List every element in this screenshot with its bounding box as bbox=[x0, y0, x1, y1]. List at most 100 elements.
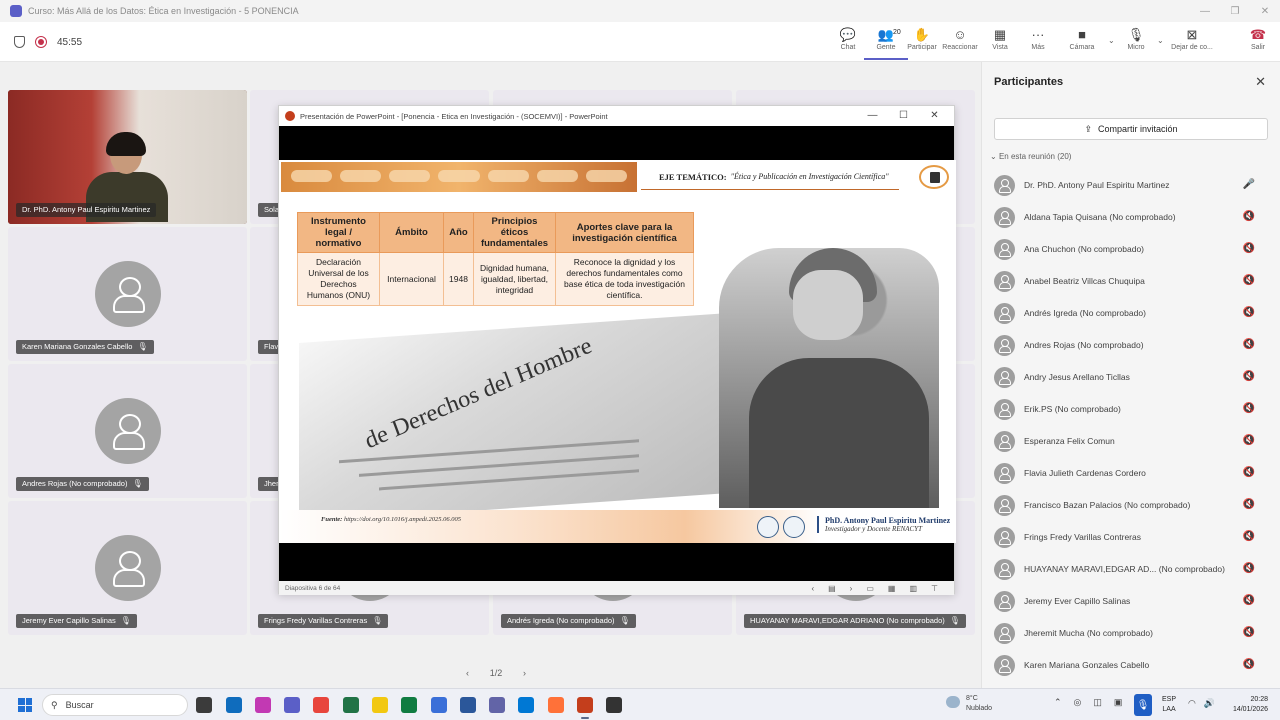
network-volume[interactable]: ◠ 🔊 bbox=[1188, 698, 1215, 709]
chevron-up-icon[interactable]: ⌃ bbox=[1054, 697, 1062, 708]
windows-start-icon[interactable] bbox=[18, 698, 32, 712]
participant-list-item[interactable]: Andrés Igreda (No comprobado) 🔇 bbox=[982, 297, 1280, 329]
mic-off-icon[interactable]: 🔇 bbox=[1243, 627, 1255, 638]
participant-list-item[interactable]: Andres Rojas (No comprobado) 🔇 bbox=[982, 329, 1280, 361]
taskbar-app-icon[interactable] bbox=[606, 697, 622, 713]
mic-off-icon[interactable]: 🔇 bbox=[1243, 563, 1255, 574]
taskbar-app-icon[interactable] bbox=[284, 697, 300, 713]
taskbar-app-icon[interactable] bbox=[313, 697, 329, 713]
mic-off-icon[interactable]: 🔇 bbox=[1243, 339, 1255, 350]
share-invite-button[interactable]: ⇪ Compartir invitación bbox=[994, 118, 1268, 140]
camera-options-chevron-icon[interactable]: ⌄ bbox=[1108, 36, 1115, 45]
slideshow-view-icon[interactable]: ⊤ bbox=[931, 584, 938, 593]
taskbar-app-icon[interactable] bbox=[460, 697, 476, 713]
taskbar-app-icon[interactable] bbox=[343, 697, 359, 713]
slide-counter: Diapositiva 6 de 64 bbox=[285, 584, 341, 592]
next-page-icon[interactable]: › bbox=[523, 668, 526, 678]
participant-list: Dr. PhD. Antony Paul Espiritu Martinez 🎤 A… bbox=[982, 169, 1280, 681]
participant-list-item[interactable]: HUAYANAY MARAVI,EDGAR AD... (No comproba… bbox=[982, 553, 1280, 585]
video-tile[interactable]: Andres Rojas (No comprobado) 🎙 bbox=[8, 364, 247, 498]
participant-name: Dr. PhD. Antony Paul Espiritu Martinez bbox=[22, 205, 151, 214]
participant-list-item[interactable]: Anabel Beatriz Villcas Chuquipa 🔇 bbox=[982, 265, 1280, 297]
participant-list-item[interactable]: Esperanza Felix Comun 🔇 bbox=[982, 425, 1280, 457]
mic-off-icon[interactable]: 🔇 bbox=[1243, 275, 1255, 286]
taskbar-clock[interactable]: 20:28 14/01/2026 bbox=[1222, 695, 1268, 715]
participant-list-item[interactable]: Jheremit Mucha (No comprobado) 🔇 bbox=[982, 617, 1280, 649]
mic-off-icon[interactable]: 🔇 bbox=[1243, 659, 1255, 670]
video-tile[interactable]: Jeremy Ever Capillo Salinas 🎙 bbox=[8, 501, 247, 635]
language-indicator[interactable]: ESP LAA bbox=[1162, 695, 1176, 715]
participant-list-item[interactable]: Aldana Tapia Quisana (No comprobado) 🔇 bbox=[982, 201, 1280, 233]
mic-off-icon[interactable]: 🔇 bbox=[1243, 371, 1255, 382]
reaccionar-button[interactable]: ☺ Reaccionar bbox=[938, 26, 982, 60]
taskbar-app-icon[interactable] bbox=[401, 697, 417, 713]
tray-app-icon-2[interactable]: ◫ bbox=[1093, 697, 1102, 708]
reading-view-icon[interactable]: ▥ bbox=[909, 584, 917, 593]
taskbar-app-icon[interactable] bbox=[577, 697, 593, 719]
mic-on-icon[interactable]: 🎤 bbox=[1243, 179, 1255, 190]
stop-share-icon: ⊠ bbox=[1186, 27, 1198, 42]
close-panel-icon[interactable]: ✕ bbox=[1255, 74, 1266, 90]
previous-page-icon[interactable]: ‹ bbox=[466, 668, 469, 678]
mic-off-icon[interactable]: 🔇 bbox=[1243, 499, 1255, 510]
mic-off-icon[interactable]: 🔇 bbox=[1243, 467, 1255, 478]
participant-list-item[interactable]: Dr. PhD. Antony Paul Espiritu Martinez 🎤 bbox=[982, 169, 1280, 201]
mic-off-icon[interactable]: 🔇 bbox=[1243, 595, 1255, 606]
tray-app-icon-3[interactable]: ▣ bbox=[1114, 697, 1123, 708]
participant-list-item[interactable]: Ana Chuchon (No comprobado) 🔇 bbox=[982, 233, 1280, 265]
taskbar-app-icon[interactable] bbox=[255, 697, 271, 713]
weather-widget[interactable]: 8°C Nublado bbox=[946, 694, 992, 714]
mic-off-icon[interactable]: 🔇 bbox=[1243, 531, 1255, 542]
salir-button[interactable]: ☎ Salir bbox=[1236, 26, 1280, 60]
taskbar-app-icon[interactable] bbox=[518, 697, 534, 713]
mic-options-chevron-icon[interactable]: ⌄ bbox=[1157, 36, 1164, 45]
taskbar-app-icon[interactable] bbox=[489, 697, 505, 713]
mic-icon: 🎙 bbox=[1127, 27, 1145, 42]
eje-label: EJE TEMÁTICO: bbox=[659, 171, 727, 182]
previous-slide-icon[interactable]: ‹ bbox=[811, 584, 814, 593]
participant-list-item[interactable]: Karen Mariana Gonzales Cabello 🔇 bbox=[982, 649, 1280, 681]
tray-app-icon[interactable]: ◎ bbox=[1074, 697, 1082, 708]
taskbar-app-icon[interactable] bbox=[196, 697, 212, 713]
avatar bbox=[994, 302, 1015, 324]
table-row: Declaración Universal de los Derechos Hu… bbox=[297, 251, 694, 307]
normal-view-icon[interactable]: ▭ bbox=[866, 584, 874, 593]
participant-list-item[interactable]: Jeremy Ever Capillo Salinas 🔇 bbox=[982, 585, 1280, 617]
mic-off-icon[interactable]: 🔇 bbox=[1243, 435, 1255, 446]
participants-section-header[interactable]: ⌄ En esta reunión (20) bbox=[990, 152, 1071, 161]
maximize-icon[interactable]: ❐ bbox=[1220, 0, 1250, 22]
ppt-maximize-icon[interactable]: ☐ bbox=[888, 106, 919, 126]
presenter-video-tile[interactable]: Dr. PhD. Antony Paul Espiritu Martinez bbox=[8, 90, 247, 224]
minimize-icon[interactable]: — bbox=[1190, 0, 1220, 22]
participant-list-item[interactable]: Flavia Julieth Cardenas Cordero 🔇 bbox=[982, 457, 1280, 489]
section-label: En esta reunión (20) bbox=[998, 152, 1072, 161]
mic-off-icon[interactable]: 🔇 bbox=[1243, 211, 1255, 222]
cell-anio: 1948 bbox=[443, 251, 474, 307]
mic-off-icon[interactable]: 🔇 bbox=[1243, 307, 1255, 318]
sorter-view-icon[interactable]: ▦ bbox=[888, 584, 896, 593]
taskbar-search[interactable]: ⚲ Buscar bbox=[42, 694, 188, 716]
cámara-button[interactable]: ■ Cámara bbox=[1060, 26, 1104, 60]
ppt-close-icon[interactable]: ✕ bbox=[919, 106, 950, 126]
newspaper-photo: de Derechos del Hombre bbox=[299, 312, 729, 524]
mic-off-icon[interactable]: 🔇 bbox=[1243, 403, 1255, 414]
slide-menu-icon[interactable]: ▤ bbox=[828, 584, 836, 593]
participant-name: HUAYANAY MARAVI,EDGAR AD... (No comproba… bbox=[1024, 564, 1225, 574]
taskbar-app-icon[interactable] bbox=[431, 697, 447, 713]
next-slide-icon[interactable]: › bbox=[850, 584, 853, 593]
más-button[interactable]: ··· Más bbox=[1016, 26, 1060, 60]
close-icon[interactable]: ✕ bbox=[1250, 0, 1280, 22]
participant-list-item[interactable]: Erik.PS (No comprobado) 🔇 bbox=[982, 393, 1280, 425]
participant-list-item[interactable]: Andry Jesus Arellano Ticllas 🔇 bbox=[982, 361, 1280, 393]
video-tile[interactable]: Karen Mariana Gonzales Cabello 🎙 bbox=[8, 227, 247, 361]
ppt-minimize-icon[interactable]: — bbox=[857, 106, 888, 126]
taskbar-app-icon[interactable] bbox=[548, 697, 564, 713]
dejar-de-co-button[interactable]: ⊠ Dejar de co... bbox=[1170, 26, 1214, 60]
taskbar-app-icon[interactable] bbox=[226, 697, 242, 713]
taskbar-app-icon[interactable] bbox=[372, 697, 388, 713]
participant-list-item[interactable]: Francisco Bazan Palacios (No comprobado)… bbox=[982, 489, 1280, 521]
mic-in-use-icon[interactable]: 🎙 bbox=[1134, 694, 1152, 716]
micro-button[interactable]: 🎙 Micro bbox=[1114, 26, 1158, 60]
participant-list-item[interactable]: Frings Fredy Varillas Contreras 🔇 bbox=[982, 521, 1280, 553]
mic-off-icon[interactable]: 🔇 bbox=[1243, 243, 1255, 254]
